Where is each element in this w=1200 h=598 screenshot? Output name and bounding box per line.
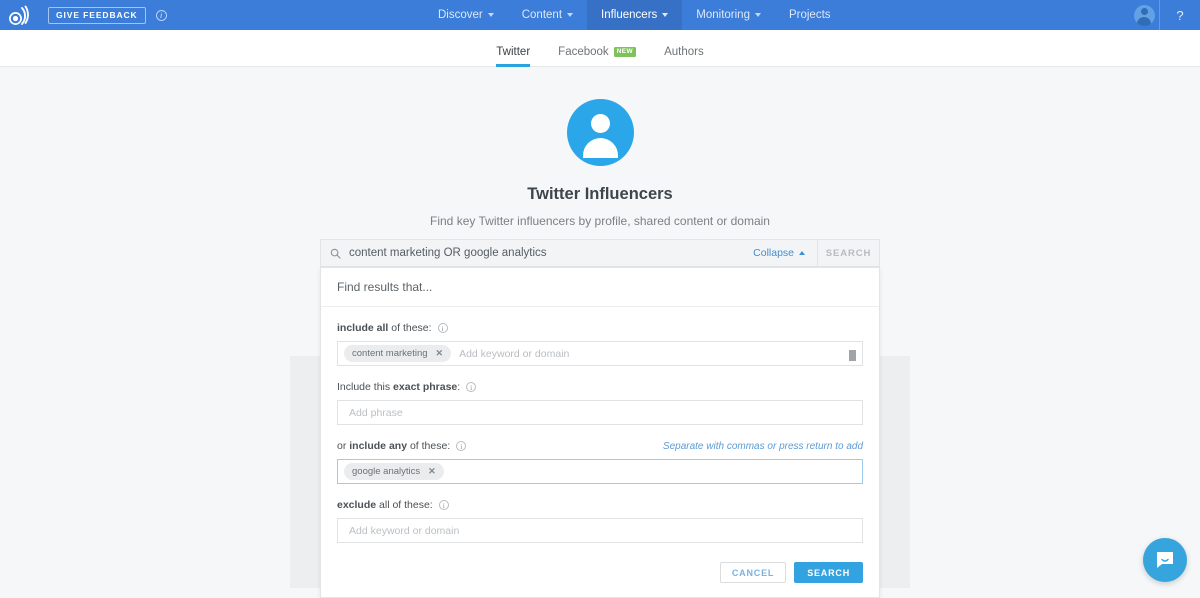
search-input[interactable] [349,247,741,259]
label-bold: exclude [337,499,376,511]
chevron-down-icon [567,13,573,17]
person-avatar-icon [567,99,634,166]
chip-label: content marketing [352,348,428,359]
keyword-chip: google analytics ✕ [344,463,444,480]
user-avatar-icon [1134,5,1155,26]
nav-item-label: Monitoring [696,9,750,21]
panel-actions: CANCEL SEARCH [321,555,879,597]
nav-item-monitoring[interactable]: Monitoring [682,0,775,30]
panel-header: Find results that... [321,268,879,307]
nav-item-projects[interactable]: Projects [775,0,845,30]
label-suffix: of these: [407,440,450,452]
nav-item-content[interactable]: Content [508,0,587,30]
chevron-down-icon [662,13,668,17]
user-avatar-button[interactable] [1129,0,1159,30]
feedback-info-icon[interactable]: i [156,10,167,21]
include-any-hint: Separate with commas or press return to … [663,441,863,452]
chip-remove-icon[interactable]: ✕ [436,348,444,359]
nav-item-label: Discover [438,9,483,21]
tab-authors[interactable]: Authors [650,46,718,66]
tab-facebook[interactable]: Facebook NEW [544,46,650,66]
tab-label: Authors [664,46,704,58]
help-button[interactable]: ? [1160,0,1200,30]
include-all-input[interactable] [451,348,853,360]
text-cursor [849,350,856,361]
label-suffix: : [457,381,460,393]
label-bold: exact phrase [393,381,457,393]
chevron-down-icon [488,13,494,17]
include-all-field[interactable]: content marketing ✕ [337,341,863,366]
give-feedback-button[interactable]: GIVE FEEDBACK [48,7,146,24]
buzzsumo-logo[interactable] [0,0,40,30]
nav-item-label: Projects [789,9,831,21]
magnifier-icon [330,248,341,259]
exclude-all-input[interactable] [349,525,851,537]
search-submit-button-disabled[interactable]: SEARCH [817,240,879,266]
hero-section: Twitter Influencers Find key Twitter inf… [0,67,1200,228]
new-badge: NEW [614,47,636,57]
top-navigation-bar: GIVE FEEDBACK i Discover Content Influen… [0,0,1200,30]
nav-item-label: Content [522,9,562,21]
channel-tab-strip: Twitter Facebook NEW Authors [0,30,1200,67]
exclude-all-field[interactable] [337,518,863,543]
exact-phrase-field[interactable] [337,400,863,425]
chip-label: google analytics [352,466,420,477]
advanced-search-panel: Find results that... include all of thes… [320,267,880,598]
exact-phrase-input[interactable] [349,407,851,419]
info-circle-icon[interactable]: i [438,323,448,333]
chip-remove-icon[interactable]: ✕ [428,466,436,477]
label-prefix: or [337,440,349,452]
include-any-field[interactable]: google analytics ✕ [337,459,863,484]
nav-item-influencers[interactable]: Influencers [587,0,682,30]
nav-item-label: Influencers [601,9,657,21]
search-button[interactable]: SEARCH [794,562,863,583]
include-any-input[interactable] [444,466,856,478]
top-right-actions: ? [1129,0,1200,30]
label-prefix: Include this [337,381,393,393]
cancel-button[interactable]: CANCEL [720,562,786,583]
exclude-all-label: exclude all of these: i [337,499,863,511]
page-title: Twitter Influencers [0,185,1200,204]
search-bar: Collapse SEARCH [320,239,880,267]
page-subtitle: Find key Twitter influencers by profile,… [0,214,1200,228]
panel-body: include all of these: i content marketin… [321,307,879,555]
main-nav: Discover Content Influencers Monitoring … [424,0,845,30]
tab-twitter[interactable]: Twitter [482,46,544,66]
chevron-up-icon [799,251,805,255]
search-icon [321,240,349,266]
exact-phrase-label: Include this exact phrase: i [337,381,863,393]
keyword-chip: content marketing ✕ [344,345,451,362]
chat-launcher-button[interactable] [1143,538,1187,582]
buzzsumo-broadcast-logo-icon [9,5,31,25]
label-suffix: of these: [388,322,431,334]
chat-bubble-smile-icon [1154,549,1176,571]
label-bold: include any [349,440,407,452]
collapse-toggle[interactable]: Collapse [741,247,817,259]
tab-label: Twitter [496,46,530,58]
info-circle-icon[interactable]: i [456,441,466,451]
include-any-label-row: or include any of these: i Separate with… [337,440,863,452]
nav-item-discover[interactable]: Discover [424,0,508,30]
tab-label: Facebook [558,46,609,58]
collapse-label: Collapse [753,247,794,259]
include-all-label: include all of these: i [337,322,863,334]
include-any-label: or include any of these: i [337,440,466,452]
info-circle-icon[interactable]: i [466,382,476,392]
info-circle-icon[interactable]: i [439,500,449,510]
chevron-down-icon [755,13,761,17]
label-suffix: all of these: [376,499,433,511]
label-bold: include all [337,322,388,334]
